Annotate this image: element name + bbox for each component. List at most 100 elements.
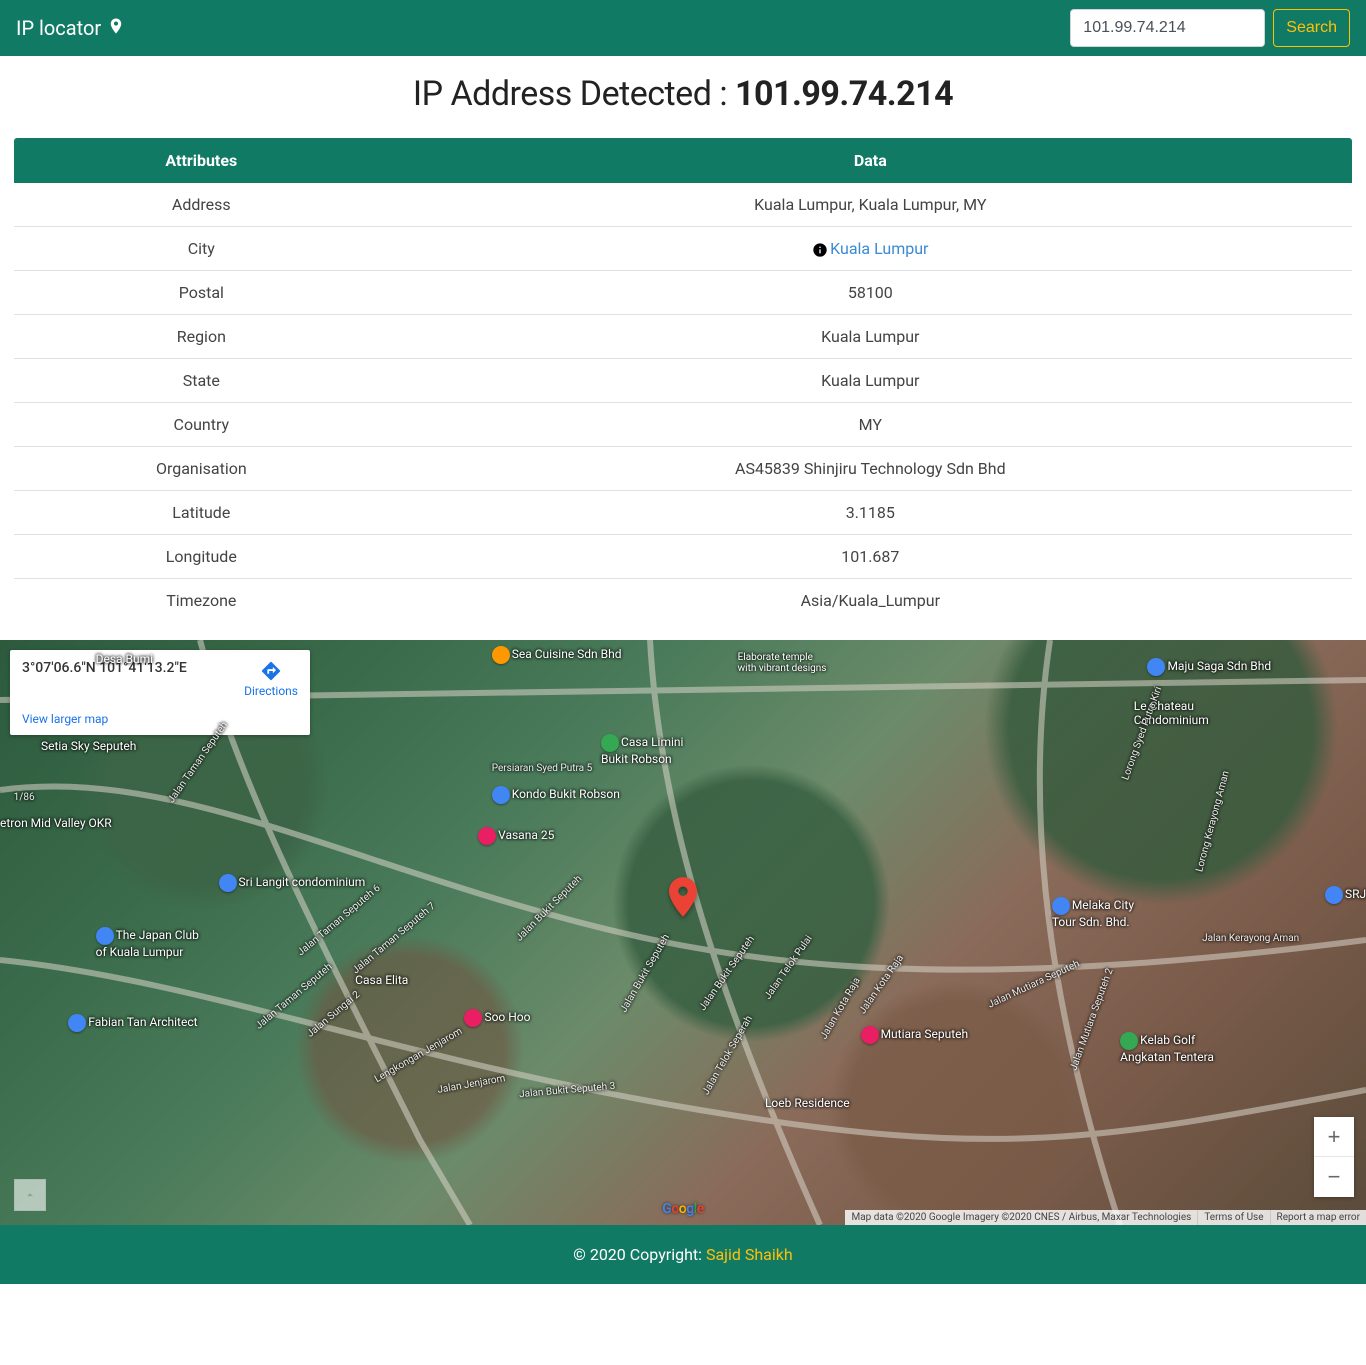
cell-attr: City — [14, 227, 389, 271]
poi-blue-icon — [492, 786, 510, 804]
navbar: IP locator Search — [0, 0, 1366, 56]
poi-pink-icon — [464, 1009, 482, 1027]
directions-label: Directions — [244, 684, 298, 698]
cell-value: 3.1185 — [389, 491, 1352, 535]
map-road-label: Persiaran Syed Putra 5 — [492, 763, 592, 774]
page-title: IP Address Detected : 101.99.74.214 — [0, 74, 1366, 114]
map-poi-label: Vasana 25 — [478, 827, 554, 845]
table-row: CountryMY — [14, 403, 1352, 447]
map-poi-label: Fabian Tan Architect — [68, 1014, 197, 1032]
ip-info-table: Attributes Data AddressKuala Lumpur, Kua… — [14, 138, 1352, 622]
cell-value: Kuala Lumpur — [389, 227, 1352, 271]
map-poi-label: Loeb Residence — [765, 1096, 850, 1110]
map-poi-label: Sri Langit condominium — [219, 874, 366, 892]
table-row: OrganisationAS45839 Shinjiru Technology … — [14, 447, 1352, 491]
info-icon — [812, 242, 828, 258]
map-attribution: Map data ©2020 Google Imagery ©2020 CNES… — [845, 1210, 1366, 1225]
map-poi-label: Maju Saga Sdn Bhd — [1147, 658, 1271, 676]
cell-attr: Longitude — [14, 535, 389, 579]
map-report-link[interactable]: Report a map error — [1270, 1210, 1366, 1225]
poi-pink-icon — [478, 827, 496, 845]
brand-text: IP locator — [16, 16, 101, 40]
brand-link[interactable]: IP locator — [16, 16, 125, 40]
cell-value: Kuala Lumpur — [389, 359, 1352, 403]
map-road-label: Jalan Bukit Seputeh — [618, 932, 672, 1014]
map-road-label: Jalan Bukit Seputeh — [697, 934, 757, 1013]
map-poi-label: Elaborate templewith vibrant designs — [738, 652, 827, 674]
table-row: Longitude101.687 — [14, 535, 1352, 579]
poi-pink-icon — [861, 1026, 879, 1044]
map-road-label: Jalan Kerayong Aman — [1202, 933, 1299, 944]
cell-value: AS45839 Shinjiru Technology Sdn Bhd — [389, 447, 1352, 491]
cell-value: Asia/Kuala_Lumpur — [389, 579, 1352, 623]
poi-blue-icon — [68, 1014, 86, 1032]
cell-attr: Postal — [14, 271, 389, 315]
map-poi-label: Casa Elita — [355, 973, 408, 987]
footer-author-link[interactable]: Sajid Shaikh — [706, 1245, 793, 1264]
poi-blue-icon — [1052, 897, 1070, 915]
map-poi-label: Mutiara Seputeh — [861, 1026, 969, 1044]
search-button[interactable]: Search — [1273, 9, 1350, 47]
map-poi-label: SRJK — [1325, 886, 1366, 904]
map-poi-label: Soo Hoo — [464, 1009, 530, 1027]
map-data-attrib: Map data ©2020 Google Imagery ©2020 CNES… — [845, 1210, 1197, 1225]
map-road-label: Jalan Taman Seputeh 7 — [350, 900, 437, 975]
map-terms-link[interactable]: Terms of Use — [1197, 1210, 1269, 1225]
poi-blue-icon — [1325, 886, 1343, 904]
nav-search-form: Search — [1070, 9, 1350, 47]
cell-attr: Organisation — [14, 447, 389, 491]
map-road-label: Jalan Bukit Seputeh 3 — [519, 1080, 616, 1099]
map-embed[interactable]: 3°07'06.6"N 101°41'13.2"E Directions Vie… — [0, 640, 1366, 1225]
map-poi-label: The Japan Clubof Kuala Lumpur — [96, 927, 199, 959]
table-row: City Kuala Lumpur — [14, 227, 1352, 271]
cell-value: MY — [389, 403, 1352, 447]
cell-attr: Latitude — [14, 491, 389, 535]
map-marker-icon — [669, 877, 697, 921]
map-poi-label: etron Mid Valley OKR — [0, 816, 112, 830]
map-road-label: Jalan Jenjarom — [437, 1073, 507, 1096]
table-row: Postal58100 — [14, 271, 1352, 315]
scroll-to-top-button[interactable] — [14, 1179, 46, 1211]
map-road-label: Lorong Kerayong Aman — [1194, 769, 1232, 872]
map-directions-button[interactable]: Directions — [244, 660, 298, 698]
poi-blue-icon — [219, 874, 237, 892]
map-road-label: Jalan Mutiara Seputeh — [986, 959, 1081, 1011]
map-road-label: 1/86 — [14, 792, 35, 803]
th-attributes: Attributes — [14, 138, 389, 183]
poi-orange-icon — [492, 646, 510, 664]
map-road-label: Jalan Telok Seperah — [701, 1014, 755, 1097]
cell-attr: Region — [14, 315, 389, 359]
map-road-label: Jalan Taman Seputeh 6 — [296, 883, 383, 958]
table-row: StateKuala Lumpur — [14, 359, 1352, 403]
chevron-up-icon — [23, 1188, 37, 1202]
map-road-label: Lengkongan Jenjarom — [373, 1025, 464, 1084]
cell-value: 58100 — [389, 271, 1352, 315]
poi-green-icon — [601, 734, 619, 752]
city-wiki-link[interactable]: Kuala Lumpur — [830, 239, 928, 258]
map-road-label: Jalan Mutiara Seputeh 2 — [1068, 967, 1115, 1072]
search-input[interactable] — [1070, 9, 1265, 47]
footer: © 2020 Copyright: Sajid Shaikh — [0, 1225, 1366, 1284]
zoom-in-button[interactable]: + — [1314, 1117, 1354, 1157]
map-road-label: Jalan Telok Pulai — [763, 933, 815, 1001]
map-info-card: 3°07'06.6"N 101°41'13.2"E Directions Vie… — [10, 650, 310, 735]
map-road-label: Jalan Kota Raja — [857, 953, 906, 1016]
poi-blue-icon — [1147, 658, 1165, 676]
map-poi-label: Kondo Bukit Robson — [492, 786, 620, 804]
zoom-out-button[interactable]: − — [1314, 1157, 1354, 1197]
map-road-label: Jalan Bukit Seputeh — [514, 874, 584, 944]
map-road-label: Jalan Sungai 2 — [305, 989, 362, 1039]
cell-value: 101.687 — [389, 535, 1352, 579]
footer-copyright: © 2020 Copyright: — [573, 1245, 706, 1264]
cell-value: Kuala Lumpur, Kuala Lumpur, MY — [389, 183, 1352, 227]
table-row: Latitude3.1185 — [14, 491, 1352, 535]
table-row: RegionKuala Lumpur — [14, 315, 1352, 359]
cell-attr: Address — [14, 183, 389, 227]
map-poi-label: Setia Sky Seputeh — [41, 739, 136, 753]
map-road-label: Jalan Kota Raja — [819, 975, 863, 1041]
table-row: TimezoneAsia/Kuala_Lumpur — [14, 579, 1352, 623]
map-poi-label: Le ChateauCondominium — [1134, 699, 1209, 727]
map-poi-label: Sea Cuisine Sdn Bhd — [492, 646, 622, 664]
view-larger-map-link[interactable]: View larger map — [22, 712, 108, 726]
poi-blue-icon — [96, 927, 114, 945]
